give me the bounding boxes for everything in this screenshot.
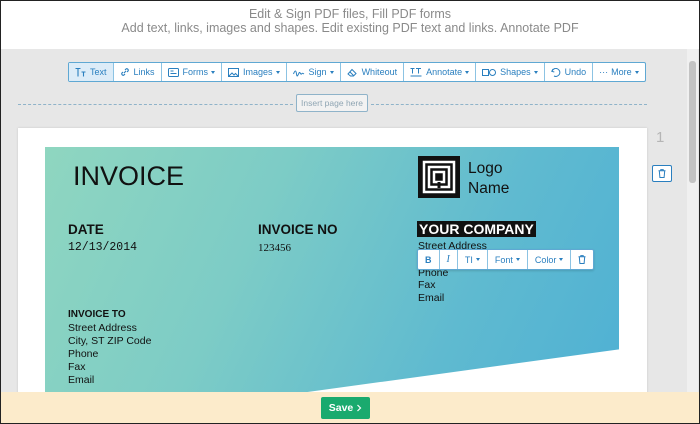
link-icon [120,68,129,76]
company-name-selected[interactable]: YOUR COMPANY [417,221,536,237]
annotate-tool-button[interactable]: Annotate [404,63,477,81]
logo-icon [418,156,460,198]
font-label: Font [494,254,513,265]
form-icon [167,67,179,77]
editor-toolbar: Text Links Forms Images Sign Whiteout An… [68,62,646,82]
date-label[interactable]: DATE [68,222,104,237]
header-title: Edit & Sign PDF files, Fill PDF forms [248,7,452,21]
page-header: Edit & Sign PDF files, Fill PDF forms Ad… [1,1,699,49]
chevron-down-icon [634,70,639,74]
font-button[interactable]: Font [488,250,528,269]
undo-label: Undo [564,67,587,77]
more-button[interactable]: ··· More [593,63,645,81]
scrollbar-thumb[interactable] [689,61,696,183]
forms-tool-button[interactable]: Forms [162,63,223,81]
color-label: Color [534,254,557,265]
images-tool-button[interactable]: Images [222,63,287,81]
shapes-icon [482,68,497,76]
logo-line-2: Name [468,180,510,197]
links-tool-button[interactable]: Links [114,63,162,81]
delete-page-button[interactable] [652,165,672,182]
eraser-icon [346,68,357,76]
company-email[interactable]: Email [418,292,444,304]
chevron-down-icon [329,70,334,74]
page-number: 1 [656,129,665,146]
images-tool-label: Images [243,67,273,77]
chevron-down-icon [515,258,520,261]
delete-text-button[interactable] [571,250,593,269]
undo-button[interactable]: Undo [545,63,594,81]
bold-button[interactable]: B [418,250,440,269]
more-label: More [611,67,632,77]
save-label: Save [328,402,354,414]
save-button[interactable]: Save [321,397,370,419]
invoice-title[interactable]: INVOICE [73,161,184,192]
image-icon [228,67,240,77]
recipient-email[interactable]: Email [68,374,94,386]
chevron-down-icon [211,70,216,74]
sign-tool-label: Sign [308,67,327,77]
insert-page-divider-left [18,104,293,105]
signature-icon [292,70,304,76]
text-tool-label: Text [90,67,107,77]
whiteout-tool-button[interactable]: Whiteout [341,63,405,81]
whiteout-tool-label: Whiteout [361,67,398,77]
shapes-tool-button[interactable]: Shapes [476,63,545,81]
shapes-tool-label: Shapes [500,67,531,77]
insert-page-divider-right [371,104,647,105]
chevron-down-icon [275,70,280,74]
undo-icon [550,67,560,77]
trash-icon [658,169,666,178]
text-tool-button[interactable]: Text [69,63,114,81]
sign-tool-button[interactable]: Sign [287,63,341,81]
trash-icon [578,255,586,264]
logo-line-1: Logo [468,160,503,177]
recipient-phone[interactable]: Phone [68,348,98,360]
company-fax[interactable]: Fax [418,279,436,291]
header-subtitle: Add text, links, images and shapes. Edit… [121,21,579,35]
recipient-fax[interactable]: Fax [68,361,86,373]
links-tool-label: Links [133,67,155,77]
forms-tool-label: Forms [182,67,209,77]
italic-button[interactable]: I [440,250,458,269]
date-value[interactable]: 12/13/2014 [68,241,137,254]
invoice-to-label[interactable]: INVOICE TO [68,309,126,320]
insert-page-button[interactable]: Insert page here [296,94,368,112]
font-size-label: TI [464,254,473,265]
ellipsis-icon: ··· [599,67,609,77]
recipient-city[interactable]: City, ST ZIP Code [68,335,151,347]
invoice-no-value[interactable]: 123456 [258,242,291,254]
chevron-down-icon [559,258,564,261]
text-format-toolbar: B I TI Font Color [417,249,595,270]
color-button[interactable]: Color [528,250,572,269]
text-icon [75,67,86,76]
app-window: Edit & Sign PDF files, Fill PDF forms Ad… [0,0,700,424]
chevron-right-icon [357,404,362,412]
chevron-down-icon [465,70,470,74]
logo-name[interactable]: Logo Name [468,159,509,199]
chevron-down-icon [475,258,480,261]
annotate-icon [410,67,422,76]
font-size-button[interactable]: TI [458,250,488,269]
recipient-address[interactable]: Street Address [68,322,137,334]
annotate-tool-label: Annotate [426,67,463,77]
invoice-no-label[interactable]: INVOICE NO [258,222,338,237]
chevron-down-icon [533,70,538,74]
